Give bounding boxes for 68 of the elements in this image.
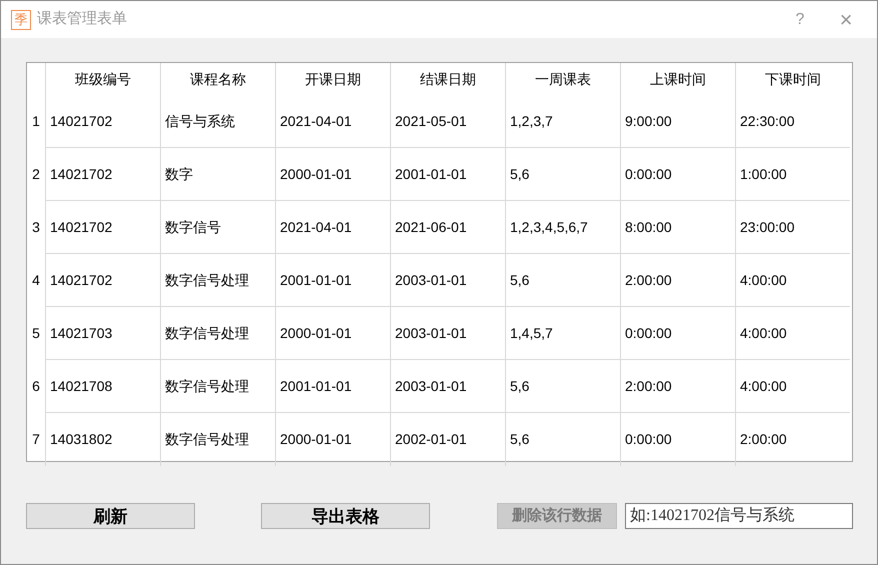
- table-cell: 2:00:00: [620, 254, 735, 307]
- row-header[interactable]: 7: [27, 413, 45, 466]
- table-cell: 2000-01-01: [275, 307, 390, 360]
- row-header[interactable]: 1: [27, 95, 45, 148]
- column-header[interactable]: 开课日期: [275, 63, 390, 95]
- row-header[interactable]: 6: [27, 360, 45, 413]
- table-cell: 9:00:00: [620, 95, 735, 148]
- table-cell: 1,4,5,7: [505, 307, 620, 360]
- table-cell: 2003-01-01: [390, 254, 505, 307]
- row-header[interactable]: 3: [27, 201, 45, 254]
- app-icon: 季: [11, 10, 31, 30]
- table-cell: 4:00:00: [735, 360, 850, 413]
- table-cell: 数字信号: [160, 201, 275, 254]
- table-cell: 5,6: [505, 254, 620, 307]
- table-cell: 5,6: [505, 148, 620, 201]
- column-header[interactable]: 结课日期: [390, 63, 505, 95]
- table-cell: 2021-04-01: [275, 95, 390, 148]
- table-cell: 数字信号处理: [160, 254, 275, 307]
- table-cell: 0:00:00: [620, 148, 735, 201]
- window-title: 课表管理表单: [37, 9, 127, 30]
- table-cell: 0:00:00: [620, 307, 735, 360]
- table-cell: 数字: [160, 148, 275, 201]
- table-cell: 2:00:00: [620, 360, 735, 413]
- row-header[interactable]: 4: [27, 254, 45, 307]
- table-cell: 数字信号处理: [160, 413, 275, 466]
- table-cell: 数字信号处理: [160, 307, 275, 360]
- row-header[interactable]: 5: [27, 307, 45, 360]
- table-cell: 2000-01-01: [275, 148, 390, 201]
- table-cell: 23:00:00: [735, 201, 850, 254]
- table-cell: 数字信号处理: [160, 360, 275, 413]
- table-cell: 1:00:00: [735, 148, 850, 201]
- table-cell: 5,6: [505, 360, 620, 413]
- table-cell: 14021702: [45, 254, 160, 307]
- table-cell: 14031802: [45, 413, 160, 466]
- column-header[interactable]: 班级编号: [45, 63, 160, 95]
- table-cell: 5,6: [505, 413, 620, 466]
- column-header[interactable]: 一周课表: [505, 63, 620, 95]
- table-cell: 2001-01-01: [390, 148, 505, 201]
- export-button[interactable]: 导出表格: [261, 503, 430, 529]
- table-cell: 0:00:00: [620, 413, 735, 466]
- table-cell: 14021702: [45, 148, 160, 201]
- table-cell: 22:30:00: [735, 95, 850, 148]
- table-cell: 14021708: [45, 360, 160, 413]
- column-header[interactable]: 上课时间: [620, 63, 735, 95]
- table-cell: 14021702: [45, 201, 160, 254]
- table-cell: 2021-06-01: [390, 201, 505, 254]
- table-cell: 8:00:00: [620, 201, 735, 254]
- table-cell: 2001-01-01: [275, 254, 390, 307]
- table-cell: 2021-04-01: [275, 201, 390, 254]
- table-cell: 1,2,3,7: [505, 95, 620, 148]
- table-cell: 2003-01-01: [390, 307, 505, 360]
- table-cell: 14021703: [45, 307, 160, 360]
- table-cell: 2003-01-01: [390, 360, 505, 413]
- table-cell: 2002-01-01: [390, 413, 505, 466]
- table-cell: 4:00:00: [735, 307, 850, 360]
- table-cell: 2:00:00: [735, 413, 850, 466]
- search-field[interactable]: 如:14021702信号与系统: [625, 503, 853, 529]
- table-cell: 2021-05-01: [390, 95, 505, 148]
- refresh-button[interactable]: 刷新: [26, 503, 195, 529]
- table-cell: 2000-01-01: [275, 413, 390, 466]
- table-cell: 2001-01-01: [275, 360, 390, 413]
- row-header[interactable]: 2: [27, 148, 45, 201]
- table-cell: 信号与系统: [160, 95, 275, 148]
- column-header[interactable]: 课程名称: [160, 63, 275, 95]
- table-cell: 14021702: [45, 95, 160, 148]
- column-header[interactable]: 下课时间: [735, 63, 850, 95]
- table-cell: 1,2,3,4,5,6,7: [505, 201, 620, 254]
- table-cell: 4:00:00: [735, 254, 850, 307]
